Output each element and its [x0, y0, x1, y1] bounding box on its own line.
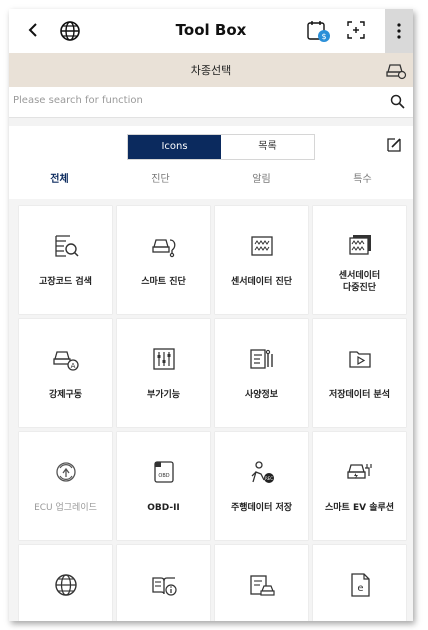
specification-icon	[250, 349, 273, 369]
vehicle-select-bar[interactable]: 차종선택	[9, 53, 413, 87]
sensor-data-icon	[251, 236, 273, 256]
search-input[interactable]: Please search for function	[13, 95, 143, 106]
tile-additional-functions[interactable]: 부가기능	[117, 319, 210, 427]
edit-icon[interactable]	[385, 136, 403, 154]
tile-forced-drive[interactable]: A 강제구동	[19, 319, 112, 427]
vehicle-select-label: 차종선택	[190, 64, 232, 77]
tile-label: OBD-II	[147, 503, 180, 513]
app-window: Tool Box $ 차종선택 Please search for functi…	[9, 9, 413, 621]
tile-ecu-upgrade[interactable]: ECU 업그레이드	[19, 432, 112, 540]
tile-manual-info[interactable]	[117, 545, 210, 621]
view-toggle-row: Icons 목록	[9, 126, 413, 164]
folder-play-icon	[349, 351, 371, 368]
view-option-list[interactable]: 목록	[221, 135, 314, 159]
tile-e-document[interactable]: e	[313, 545, 406, 621]
tile-label: 센서데이터 다중진단	[338, 271, 381, 293]
tile-obd2[interactable]: OBD OBD-II	[117, 432, 210, 540]
tile-label: 주행데이터 저장	[230, 503, 293, 513]
tile-label: 부가기능	[146, 390, 181, 400]
tab-diagnosis[interactable]: 진단	[110, 164, 211, 200]
svg-text:e: e	[357, 583, 363, 594]
svg-text:OBD: OBD	[158, 473, 169, 479]
spacer	[9, 118, 413, 126]
tile-specification[interactable]: 사양정보	[215, 319, 308, 427]
scan-frame-icon[interactable]	[346, 20, 366, 40]
tab-special[interactable]: 특수	[312, 164, 413, 200]
vehicle-document-icon	[250, 575, 275, 596]
tile-label: 사양정보	[244, 390, 279, 400]
tile-language[interactable]	[19, 545, 112, 621]
more-menu-button[interactable]	[385, 9, 413, 53]
e-document-icon: e	[351, 573, 370, 597]
svg-text:A: A	[71, 362, 76, 370]
category-tabs: 전체 진단 알림 특수	[9, 164, 413, 201]
view-option-icons[interactable]: Icons	[128, 135, 221, 159]
ecu-upgrade-icon	[56, 462, 76, 482]
search-bar[interactable]: Please search for function	[9, 87, 413, 118]
calendar-badge-icon[interactable]: $	[305, 18, 331, 44]
tab-alerts[interactable]: 알림	[211, 164, 312, 200]
tile-label: ECU 업그레이드	[34, 503, 97, 513]
tile-label: 고장코드 검색	[39, 277, 92, 287]
svg-text:REC: REC	[265, 476, 273, 481]
multi-sensor-data-icon	[349, 235, 371, 255]
sliders-icon	[153, 348, 175, 370]
globe-icon	[55, 574, 77, 596]
tile-label: 스마트 EV 솔루션	[324, 503, 395, 513]
tile-vehicle-document[interactable]	[215, 545, 308, 621]
tab-all[interactable]: 전체	[9, 164, 110, 201]
tile-multi-sensor-data[interactable]: 센서데이터 다중진단	[313, 206, 406, 314]
search-icon[interactable]	[390, 94, 405, 109]
forced-drive-icon: A	[53, 351, 79, 371]
view-toggle: Icons 목록	[127, 134, 315, 160]
car-settings-icon[interactable]	[385, 60, 407, 80]
tile-dtc-search[interactable]: 고장코드 검색	[19, 206, 112, 314]
tile-smart-ev-solution[interactable]: 스마트 EV 솔루션	[313, 432, 406, 540]
top-app-bar: Tool Box $	[9, 9, 413, 53]
tile-driving-data-record[interactable]: REC 주행데이터 저장	[215, 432, 308, 540]
dtc-search-icon	[55, 235, 79, 257]
tile-label: 강제구동	[48, 390, 83, 400]
smart-diagnosis-icon	[152, 239, 176, 258]
tile-smart-diagnosis[interactable]: 스마트 진단	[117, 206, 210, 314]
more-vertical-icon	[397, 23, 401, 39]
ev-charging-icon	[347, 464, 372, 479]
tile-saved-data-analysis[interactable]: 저장데이터 분석	[313, 319, 406, 427]
obd-icon: OBD	[154, 461, 174, 483]
driving-data-record-icon: REC	[251, 461, 274, 483]
tile-label: 센서데이터 진단	[230, 277, 293, 287]
tool-grid: 고장코드 검색 스마트 진단 센서데이터 진단 센서데이터 다중진단 A 강제구…	[19, 206, 406, 621]
tile-label: 저장데이터 분석	[328, 390, 391, 400]
svg-text:$: $	[321, 32, 326, 41]
tile-label: 스마트 진단	[141, 277, 186, 287]
tile-sensor-data[interactable]: 센서데이터 진단	[215, 206, 308, 314]
manual-info-icon	[152, 577, 177, 596]
